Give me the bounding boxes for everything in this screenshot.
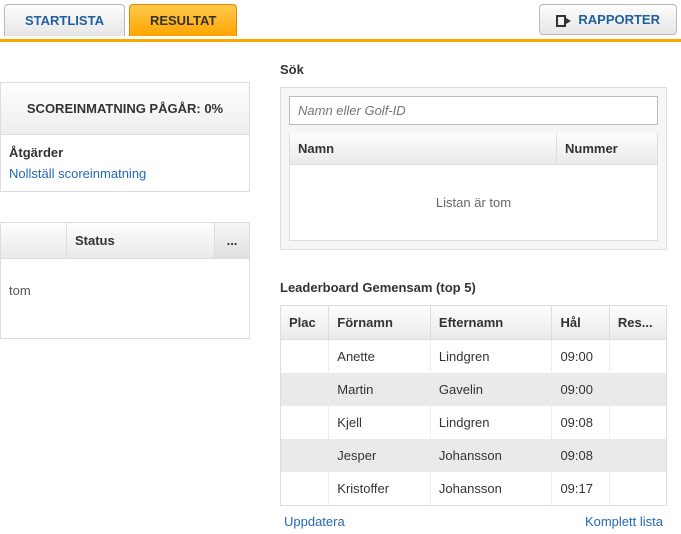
search-heading: Sök [280,62,667,77]
cell-res [609,373,666,406]
cell-hal: 09:17 [552,472,609,505]
leaderboard-heading: Leaderboard Gemensam (top 5) [280,280,667,295]
cell-res [609,472,666,505]
cell-first: Kristoffer [329,472,431,505]
cell-plac [281,373,329,406]
table-row[interactable]: JesperJohansson09:08 [281,439,666,472]
cell-first: Kjell [329,406,431,439]
lb-col-last: Efternamn [430,306,552,340]
table-row[interactable]: AnetteLindgren09:00 [281,340,666,374]
cell-last: Lindgren [430,406,552,439]
score-panel: SCOREINMATNING PÅGÅR: 0% Åtgärder Nollst… [0,82,250,192]
reset-score-link[interactable]: Nollställ scoreinmatning [9,166,241,181]
search-empty: Listan är tom [289,165,658,241]
cell-last: Johansson [430,439,552,472]
cell-first: Anette [329,340,431,374]
cell-plac [281,472,329,505]
cell-hal: 09:08 [552,406,609,439]
status-empty: tom [1,259,249,338]
cell-hal: 09:00 [552,340,609,374]
lb-col-plac: Plac [281,306,329,340]
status-col-blank [1,223,67,258]
table-row[interactable]: MartinGavelin09:00 [281,373,666,406]
table-row[interactable]: KjellLindgren09:08 [281,406,666,439]
cell-last: Lindgren [430,340,552,374]
search-col-number: Nummer [557,133,657,164]
reports-label: RAPPORTER [578,12,660,27]
leaderboard-table: Plac Förnamn Efternamn Hål Res... Anette… [281,306,666,505]
cell-first: Jesper [329,439,431,472]
status-more-button[interactable]: ... [215,223,249,258]
lb-col-first: Förnamn [329,306,431,340]
reports-button[interactable]: RAPPORTER [539,4,677,35]
lb-col-hal: Hål [552,306,609,340]
score-title: SCOREINMATNING PÅGÅR: 0% [1,83,249,135]
actions-heading: Åtgärder [9,145,241,160]
full-list-link[interactable]: Komplett lista [585,514,663,529]
cell-hal: 09:00 [552,373,609,406]
cell-res [609,439,666,472]
status-col-status: Status [67,223,215,258]
cell-hal: 09:08 [552,439,609,472]
tab-result[interactable]: RESULTAT [129,4,237,36]
lb-col-res: Res... [609,306,666,340]
search-box: Namn Nummer Listan är tom [280,87,667,250]
top-tabs: STARTLISTA RESULTAT RAPPORTER [0,0,681,42]
cell-res [609,340,666,374]
search-input[interactable] [289,96,658,125]
cell-res [609,406,666,439]
cell-plac [281,406,329,439]
search-col-name: Namn [290,133,557,164]
cell-last: Johansson [430,472,552,505]
update-link[interactable]: Uppdatera [284,514,345,529]
cell-plac [281,439,329,472]
cell-plac [281,340,329,374]
table-row[interactable]: KristofferJohansson09:17 [281,472,666,505]
export-icon [556,13,572,27]
tab-startlist[interactable]: STARTLISTA [4,4,125,36]
cell-first: Martin [329,373,431,406]
cell-last: Gavelin [430,373,552,406]
status-panel: Status ... tom [0,222,250,339]
